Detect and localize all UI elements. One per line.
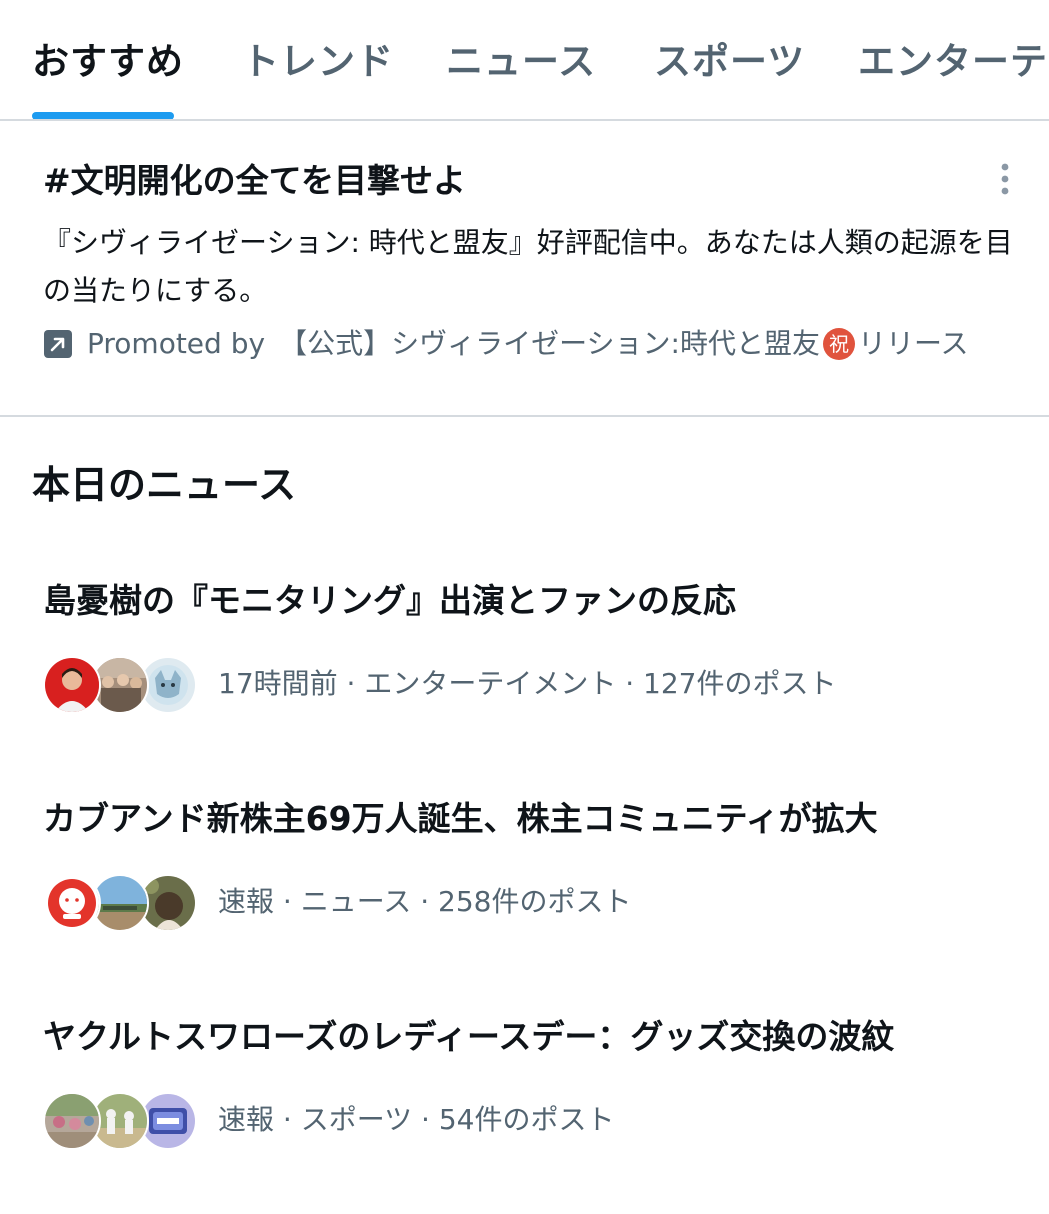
news-meta: 速報 · スポーツ · 54件のポスト [218, 1103, 615, 1136]
avatar-stack [43, 874, 198, 932]
news-item[interactable]: 島憂樹の『モニタリング』出演とファンの反応 17時間前 · エンターテイメント … [0, 578, 1049, 778]
promoted-trend-description: 『シヴィライゼーション: 時代と盟友』好評配信中。あなたは人類の起源を目の当たり… [43, 226, 1013, 307]
avatar-stack [43, 656, 198, 714]
news-headline[interactable]: ヤクルトスワローズのレディースデー：グッズ交換の波紋 [43, 1014, 894, 1060]
promoted-by-label: Promoted by [87, 327, 266, 360]
news-headline[interactable]: 島憂樹の『モニタリング』出演とファンの反応 [43, 578, 736, 624]
advertiser-suffix: リリース [857, 327, 969, 360]
tab-news[interactable]: ニュース [446, 38, 596, 86]
tab-for-you[interactable]: おすすめ [32, 38, 184, 86]
promoted-arrow-icon [43, 329, 73, 359]
news-item[interactable]: カブアンド新株主69万人誕生、株主コミュニティが拡大 速報 · ニュース · 2… [0, 796, 1049, 996]
celebration-badge-icon: 祝 [822, 328, 855, 360]
promoted-trend[interactable]: #文明開化の全てを目撃せよ 『シヴィライゼーション: 時代と盟友』好評配信中。あ… [0, 121, 1049, 417]
avatar [43, 874, 101, 932]
more-vertical-icon[interactable] [992, 161, 1018, 201]
news-meta: 速報 · ニュース · 258件のポスト [218, 885, 632, 918]
news-meta: 17時間前 · エンターテイメント · 127件のポスト [218, 667, 837, 700]
todays-news-heading: 本日のニュース [32, 463, 297, 507]
news-headline[interactable]: カブアンド新株主69万人誕生、株主コミュニティが拡大 [43, 796, 878, 842]
advertiser-name[interactable]: 【公式】シヴィライゼーション:時代と盟友 [279, 324, 820, 364]
tab-trending[interactable]: トレンド [242, 38, 394, 86]
avatar-stack [43, 1092, 198, 1150]
promoted-by-line[interactable]: Promoted by 【公式】シヴィライゼーション:時代と盟友 祝 リリース [43, 324, 969, 364]
tab-sports[interactable]: スポーツ [654, 38, 805, 86]
avatar [43, 656, 101, 714]
active-tab-indicator [32, 112, 174, 119]
news-item[interactable]: ヤクルトスワローズのレディースデー：グッズ交換の波紋 速報 · スポーツ · 5… [0, 1014, 1049, 1214]
tab-entertainment[interactable]: エンターテイ [858, 38, 1049, 86]
avatar [43, 1092, 101, 1150]
explore-tab-bar: おすすめ トレンド ニュース スポーツ エンターテイ [0, 0, 1049, 121]
promoted-trend-title[interactable]: #文明開化の全てを目撃せよ [43, 159, 466, 203]
